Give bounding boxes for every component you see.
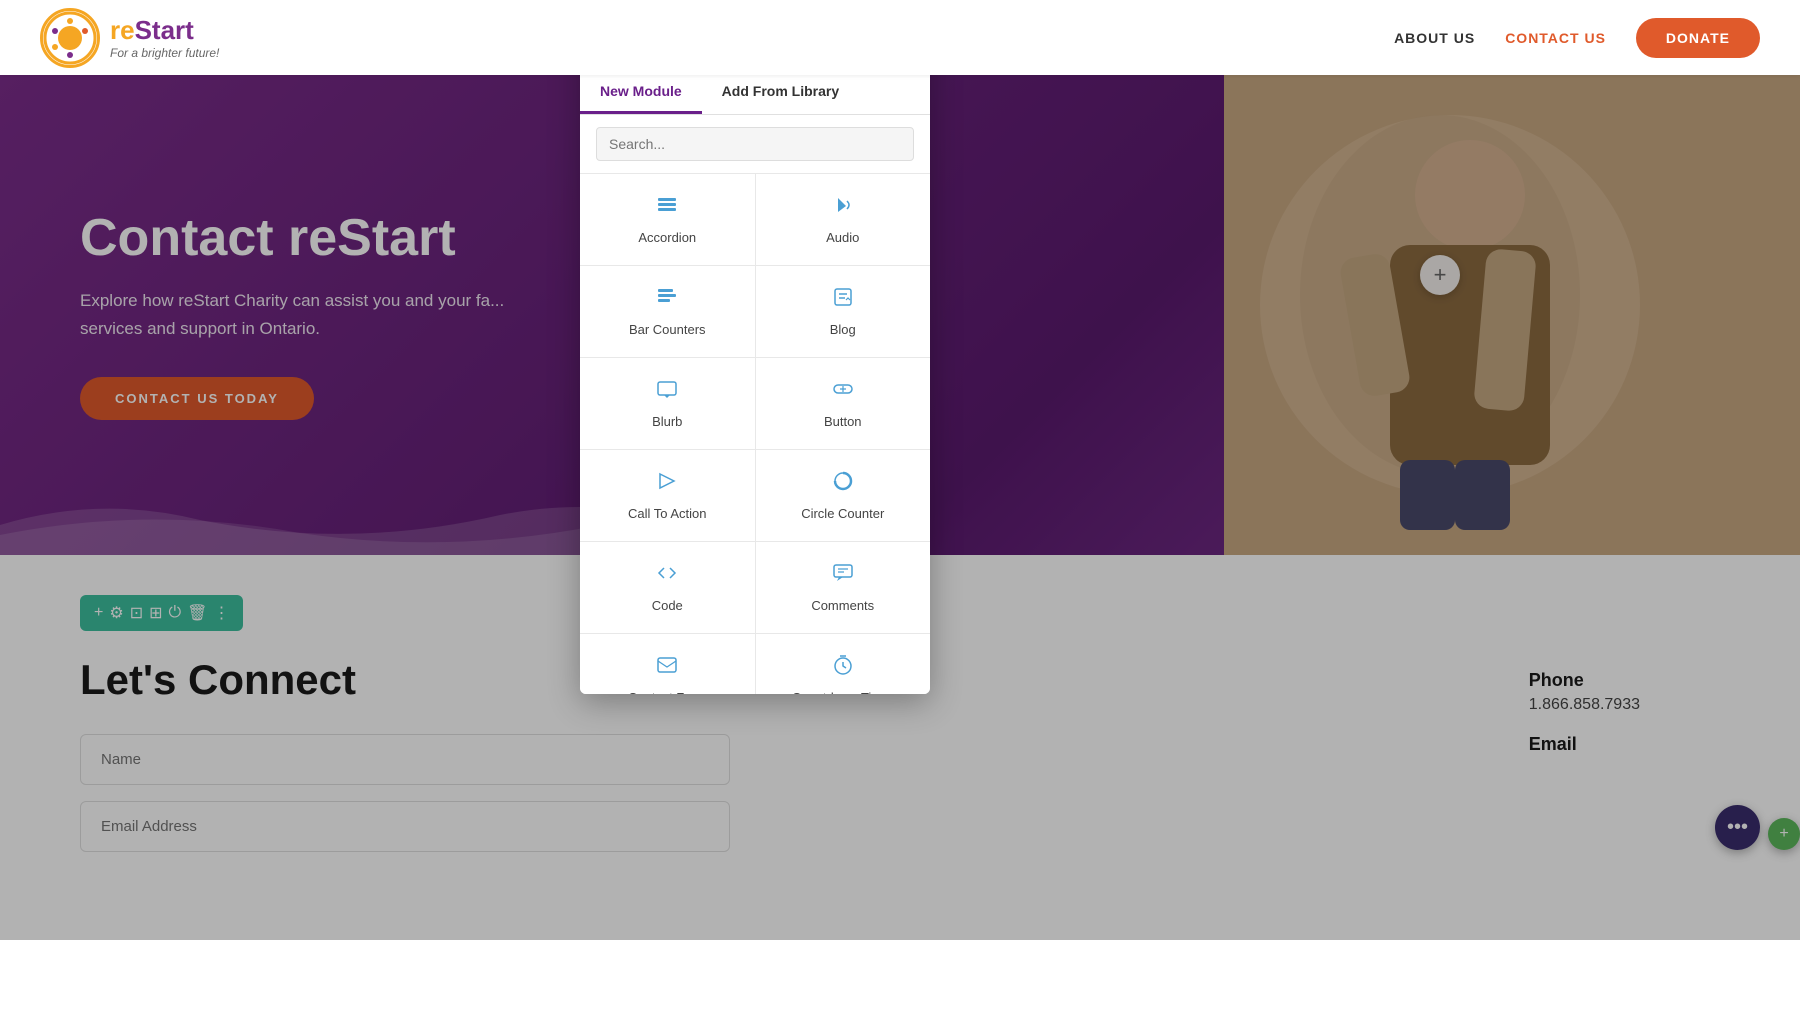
accordion-icon: [656, 194, 678, 222]
donate-button[interactable]: DONATE: [1636, 18, 1760, 58]
countdown-timer-label: Countdown Timer: [792, 690, 894, 694]
modal-search-area: [580, 115, 930, 174]
modal-tabs: New Module Add From Library: [580, 71, 930, 115]
module-blog[interactable]: Blog: [756, 266, 931, 357]
call-to-action-icon: [656, 470, 678, 498]
button-label: Button: [824, 414, 862, 429]
audio-icon: [832, 194, 854, 222]
bar-counters-label: Bar Counters: [629, 322, 706, 337]
module-call-to-action[interactable]: Call To Action: [580, 450, 755, 541]
logo-circle: [40, 8, 100, 68]
code-label: Code: [652, 598, 683, 613]
module-blurb[interactable]: Blurb: [580, 358, 755, 449]
button-icon: [832, 378, 854, 406]
blurb-icon: [656, 378, 678, 406]
module-button[interactable]: Button: [756, 358, 931, 449]
contact-form-label: Contact Form: [628, 690, 707, 694]
nav-about[interactable]: ABOUT US: [1394, 30, 1475, 46]
module-bar-counters[interactable]: Bar Counters: [580, 266, 755, 357]
logo-text: reStart For a brighter future!: [110, 15, 219, 60]
module-search-input[interactable]: [596, 127, 914, 161]
tab-new-module[interactable]: New Module: [580, 71, 702, 114]
nav-contact[interactable]: CONTACT US: [1505, 30, 1606, 46]
logo: reStart For a brighter future!: [40, 8, 219, 68]
bar-counters-icon: [656, 286, 678, 314]
insert-module-modal: Insert Module × New Module Add From Libr…: [580, 20, 930, 694]
tab-add-from-library[interactable]: Add From Library: [702, 71, 859, 114]
comments-label: Comments: [811, 598, 874, 613]
module-comments[interactable]: Comments: [756, 542, 931, 633]
blurb-label: Blurb: [652, 414, 682, 429]
module-contact-form[interactable]: Contact Form: [580, 634, 755, 694]
comments-icon: [832, 562, 854, 590]
module-audio[interactable]: Audio: [756, 174, 931, 265]
code-icon: [656, 562, 678, 590]
module-accordion[interactable]: Accordion: [580, 174, 755, 265]
logo-icon: [43, 11, 97, 65]
module-countdown-timer[interactable]: Countdown Timer: [756, 634, 931, 694]
contact-form-icon: [656, 654, 678, 682]
countdown-timer-icon: [832, 654, 854, 682]
logo-tagline: For a brighter future!: [110, 46, 219, 60]
call-to-action-label: Call To Action: [628, 506, 707, 521]
module-circle-counter[interactable]: Circle Counter: [756, 450, 931, 541]
module-grid: Accordion Audio Bar Counters Blog: [580, 174, 930, 694]
blog-icon: [832, 286, 854, 314]
logo-brand: reStart: [110, 15, 219, 46]
audio-label: Audio: [826, 230, 859, 245]
blog-label: Blog: [830, 322, 856, 337]
module-code[interactable]: Code: [580, 542, 755, 633]
circle-counter-icon: [832, 470, 854, 498]
circle-counter-label: Circle Counter: [801, 506, 884, 521]
header: reStart For a brighter future! ABOUT US …: [0, 0, 1800, 75]
accordion-label: Accordion: [638, 230, 696, 245]
main-nav: ABOUT US CONTACT US DONATE: [1394, 18, 1760, 58]
